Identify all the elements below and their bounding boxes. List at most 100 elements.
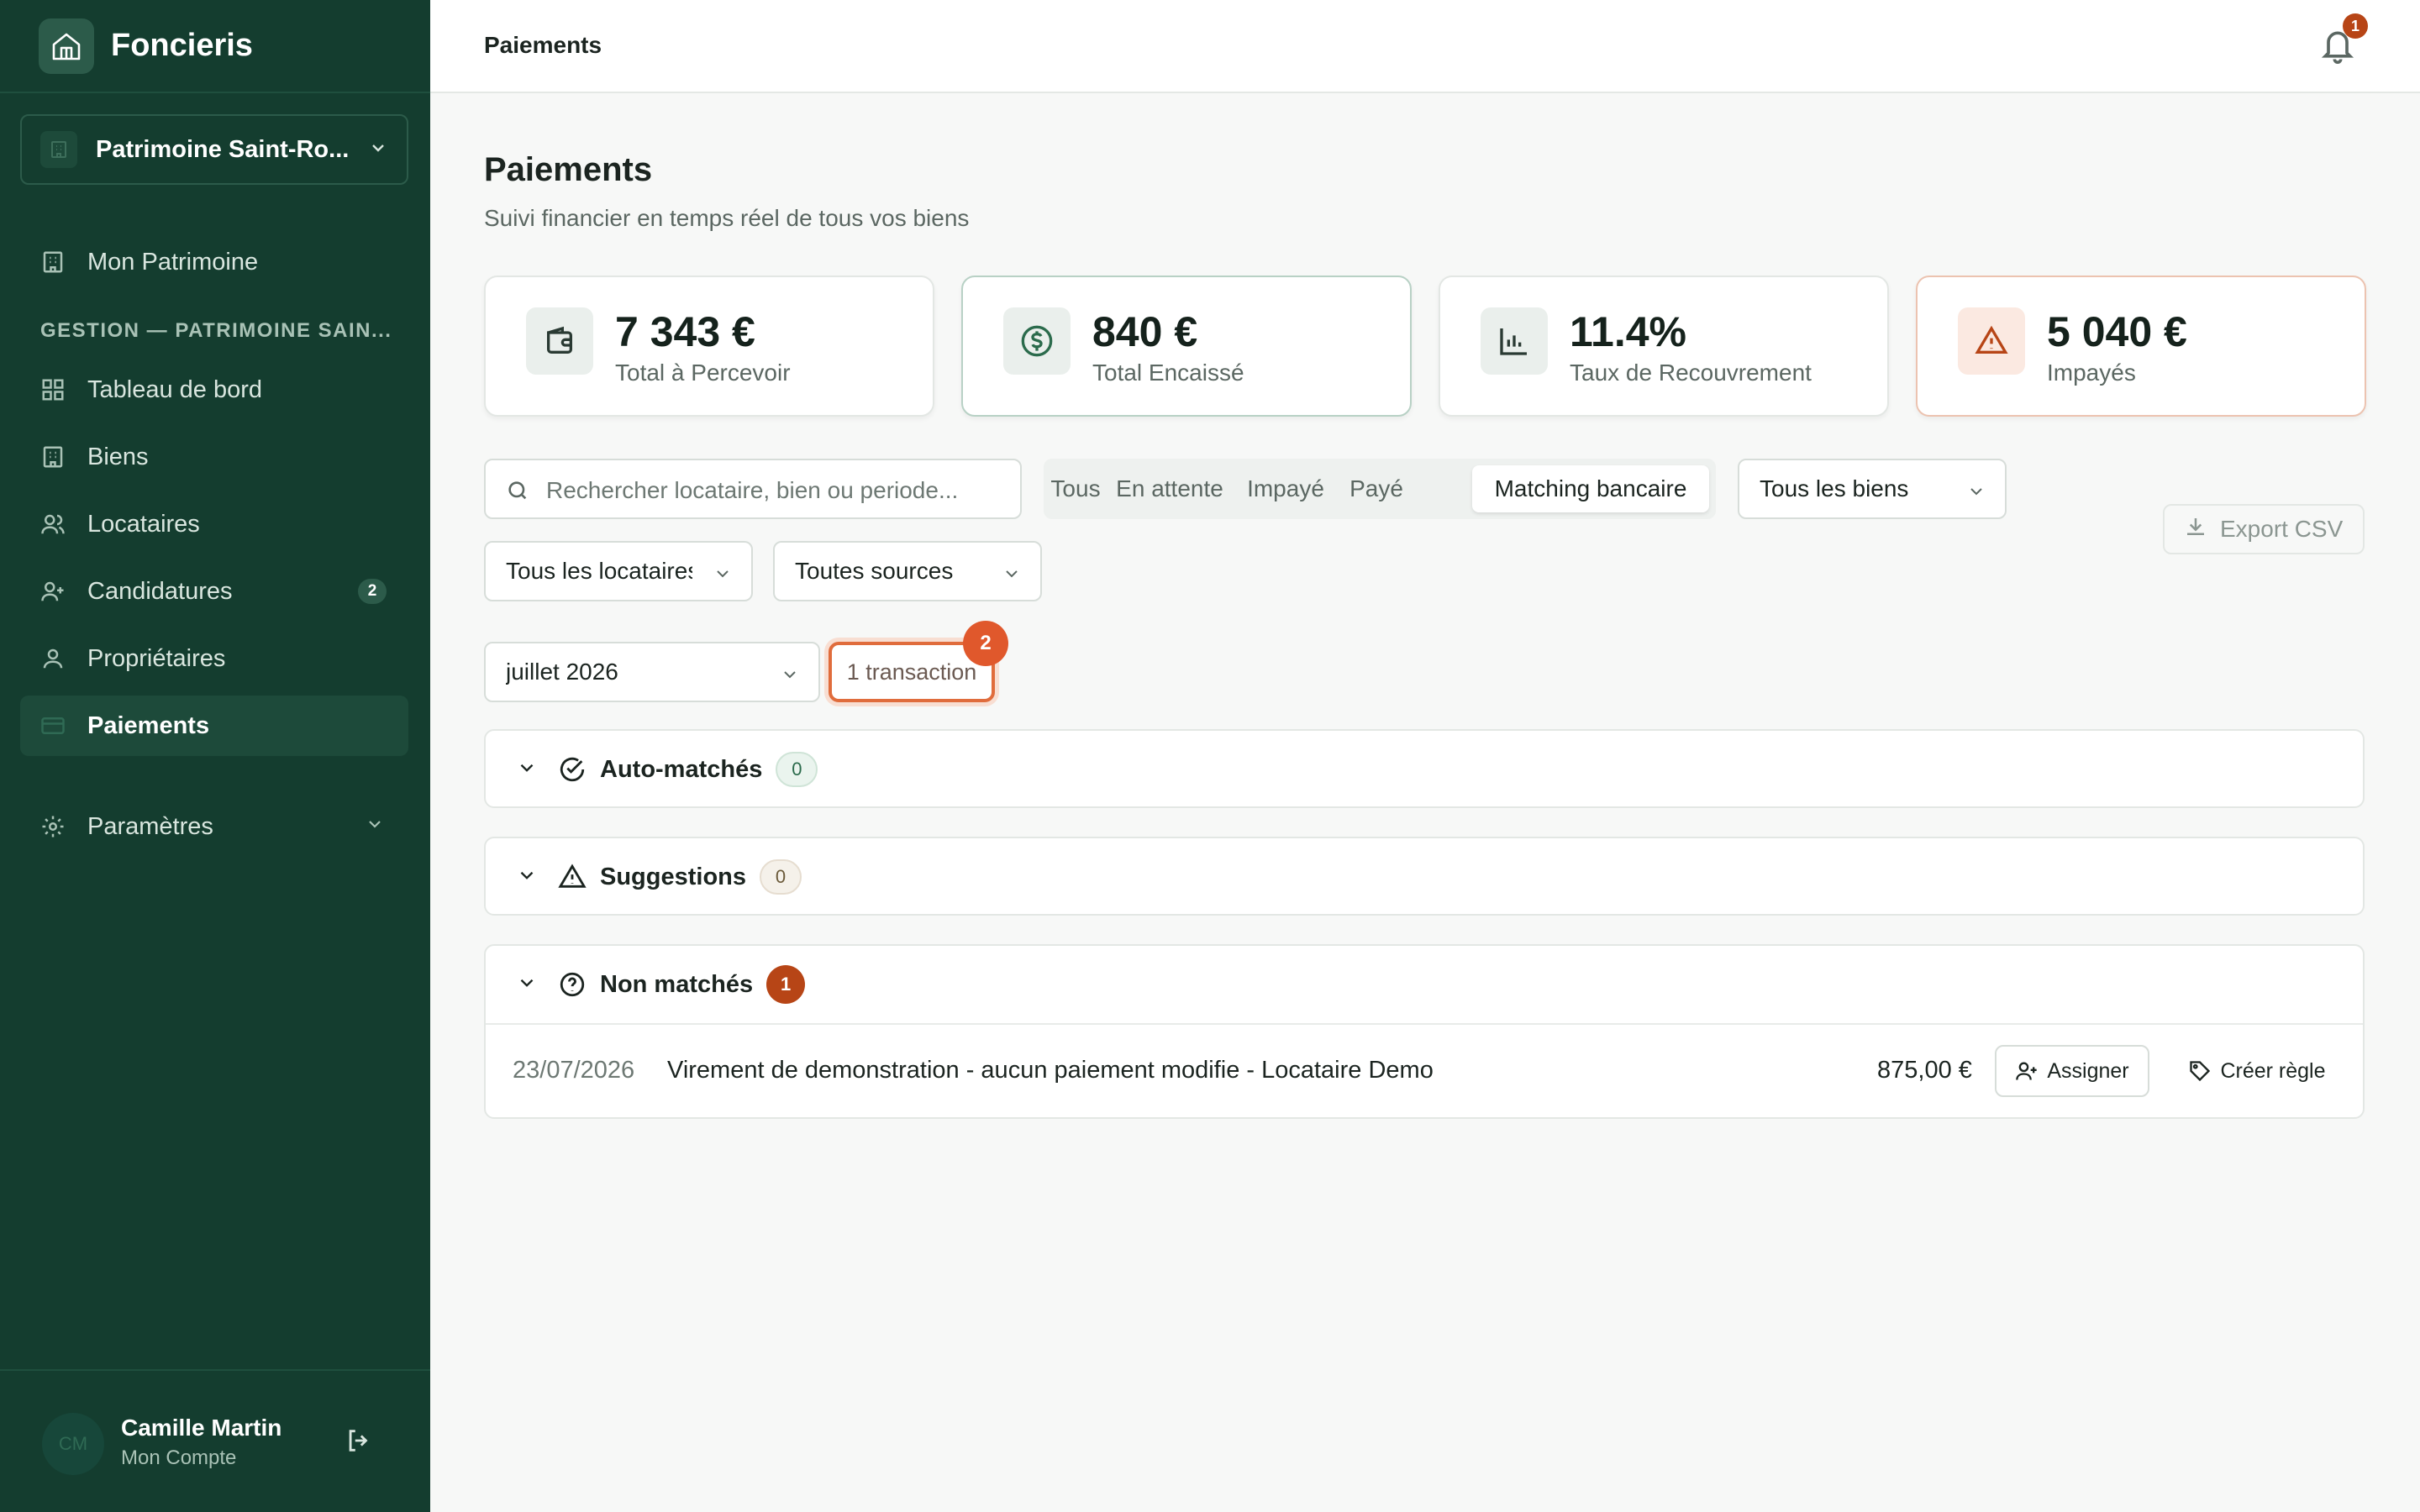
user-name: Camille Martin [121, 1415, 282, 1441]
sidebar-item-mon-patrimoine[interactable]: Mon Patrimoine [20, 232, 408, 292]
tenant-select[interactable]: Tous les locataires [484, 541, 753, 601]
avatar[interactable]: CM [42, 1413, 104, 1475]
user-account-label: Mon Compte [121, 1446, 237, 1469]
page-subtitle: Suivi financier en temps réel de tous vo… [484, 205, 970, 231]
bar-chart-icon [1481, 307, 1548, 375]
building-icon [39, 443, 67, 471]
stat-value: 840 € [1092, 308, 1198, 355]
check-circle-icon [558, 755, 587, 784]
section-header[interactable]: Non matchés 1 [486, 946, 2363, 1023]
sidebar-item-locataires[interactable]: Locataires [20, 494, 408, 554]
sidebar: Foncieris Patrimoine Saint-Ro... Mon Pat… [0, 0, 430, 1512]
sidebar-item-candidatures[interactable]: Candidatures 2 [20, 561, 408, 622]
credit-card-icon [39, 711, 67, 740]
tab-en-attente[interactable]: En attente [1111, 465, 1228, 512]
status-tabs: Tous En attente Impayé Payé Matching ban… [1044, 459, 1716, 519]
sidebar-item-label: Paramètres [87, 812, 213, 840]
search-input[interactable] [546, 472, 1008, 509]
sidebar-item-biens[interactable]: Biens [20, 427, 408, 487]
brand-name: Foncieris [111, 28, 253, 63]
sidebar-item-proprietaires[interactable]: Propriétaires [20, 628, 408, 689]
transaction-row: 23/07/2026 Virement de demonstration - a… [486, 1023, 2363, 1117]
gear-icon [39, 812, 67, 841]
chevron-down-icon [1966, 480, 1986, 507]
dashboard-icon [39, 375, 67, 404]
property-select[interactable]: Tous les biens [1738, 459, 2007, 519]
sidebar-item-label: Propriétaires [87, 644, 226, 672]
tab-matching-bancaire[interactable]: Matching bancaire [1472, 465, 1709, 512]
top-bar: Paiements 1 [430, 0, 2420, 93]
tab-tous[interactable]: Tous [1050, 465, 1101, 512]
stat-card-total-a-percevoir: 7 343 € Total à Percevoir [484, 276, 934, 417]
transaction-description: Virement de demonstration - aucun paieme… [667, 1057, 1434, 1084]
sidebar-item-paiements[interactable]: Paiements [20, 696, 408, 756]
tab-paye[interactable]: Payé [1343, 465, 1410, 512]
tag-icon [2188, 1059, 2212, 1083]
sidebar-item-label: Biens [87, 443, 149, 470]
stat-value: 11.4% [1570, 308, 1687, 355]
brand: Foncieris [0, 0, 430, 93]
chevron-down-icon [516, 757, 538, 783]
sidebar-section-label: GESTION — PATRIMOINE SAIN... [40, 319, 392, 342]
wallet-icon [526, 307, 593, 375]
export-csv-button[interactable]: Export CSV [2163, 504, 2365, 554]
stat-card-total-encaisse: 840 € Total Encaissé [961, 276, 1412, 417]
section-count-badge: 1 [766, 965, 806, 1004]
notification-badge: 1 [2343, 13, 2368, 39]
sidebar-item-label: Locataires [87, 510, 200, 538]
help-circle-icon [558, 970, 587, 999]
section-title: Auto-matchés [600, 755, 763, 783]
stat-value: 7 343 € [615, 308, 755, 355]
create-rule-label: Créer règle [2220, 1058, 2326, 1083]
users-icon [39, 510, 67, 538]
sidebar-item-label: Mon Patrimoine [87, 248, 259, 276]
source-select[interactable]: Toutes sources [773, 541, 1042, 601]
stat-label: Taux de Recouvrement [1570, 360, 1812, 386]
chevron-down-icon [365, 813, 385, 841]
month-select[interactable]: juillet 2026 [484, 642, 820, 702]
page-title: Paiements [484, 151, 653, 188]
transaction-date: 23/07/2026 [513, 1057, 635, 1084]
stat-card-taux-de-recouvrement: 11.4% Taux de Recouvrement [1439, 276, 1889, 417]
user-plus-icon [39, 577, 67, 606]
logout-icon[interactable] [345, 1426, 373, 1459]
sidebar-item-label: Paiements [87, 711, 210, 739]
section-header[interactable]: Auto-matchés 0 [486, 731, 2363, 808]
sidebar-item-label: Tableau de bord [87, 375, 262, 403]
sidebar-item-label: Candidatures [87, 577, 233, 605]
section-title: Non matchés [600, 970, 754, 998]
property-select-value: Tous les biens [1760, 475, 1909, 501]
section-count-badge: 0 [776, 752, 818, 787]
sidebar-item-tableau-de-bord[interactable]: Tableau de bord [20, 360, 408, 420]
stat-label: Total à Percevoir [615, 360, 791, 386]
transaction-badge: 2 [963, 621, 1008, 666]
user-plus-icon [2015, 1059, 2039, 1083]
logo-icon [39, 18, 94, 74]
stat-value: 5 040 € [2047, 308, 2187, 355]
assign-button-label: Assigner [2047, 1058, 2129, 1083]
download-icon [2183, 514, 2208, 545]
tab-impaye[interactable]: Impayé [1239, 465, 1333, 512]
section-header[interactable]: Suggestions 0 [486, 838, 2363, 916]
section-count-badge: 0 [760, 859, 802, 895]
stat-label: Total Encaissé [1092, 360, 1244, 386]
section-auto-matches: Auto-matchés 0 [484, 729, 2365, 808]
assign-button[interactable]: Assigner [1995, 1045, 2149, 1097]
chevron-down-icon [780, 664, 800, 690]
create-rule-button[interactable]: Créer règle [2175, 1045, 2339, 1097]
building-icon [39, 248, 67, 276]
chevron-down-icon [516, 972, 538, 998]
search-box [484, 459, 1022, 519]
chevron-down-icon [516, 864, 538, 890]
user-profile: CM Camille Martin Mon Compte [0, 1369, 430, 1512]
section-suggestions: Suggestions 0 [484, 837, 2365, 916]
tenant-select-value: Tous les locataires [506, 558, 692, 584]
chevron-down-icon [368, 138, 388, 162]
source-select-value: Toutes sources [795, 558, 954, 584]
section-title: Suggestions [600, 863, 747, 890]
chevron-down-icon [1002, 563, 1022, 590]
section-non-matches: Non matchés 1 23/07/2026 Virement de dem… [484, 944, 2365, 1119]
chevron-down-icon [713, 563, 733, 590]
organization-select[interactable]: Patrimoine Saint-Ro... [20, 114, 408, 185]
sidebar-item-parametres[interactable]: Paramètres [20, 796, 408, 857]
